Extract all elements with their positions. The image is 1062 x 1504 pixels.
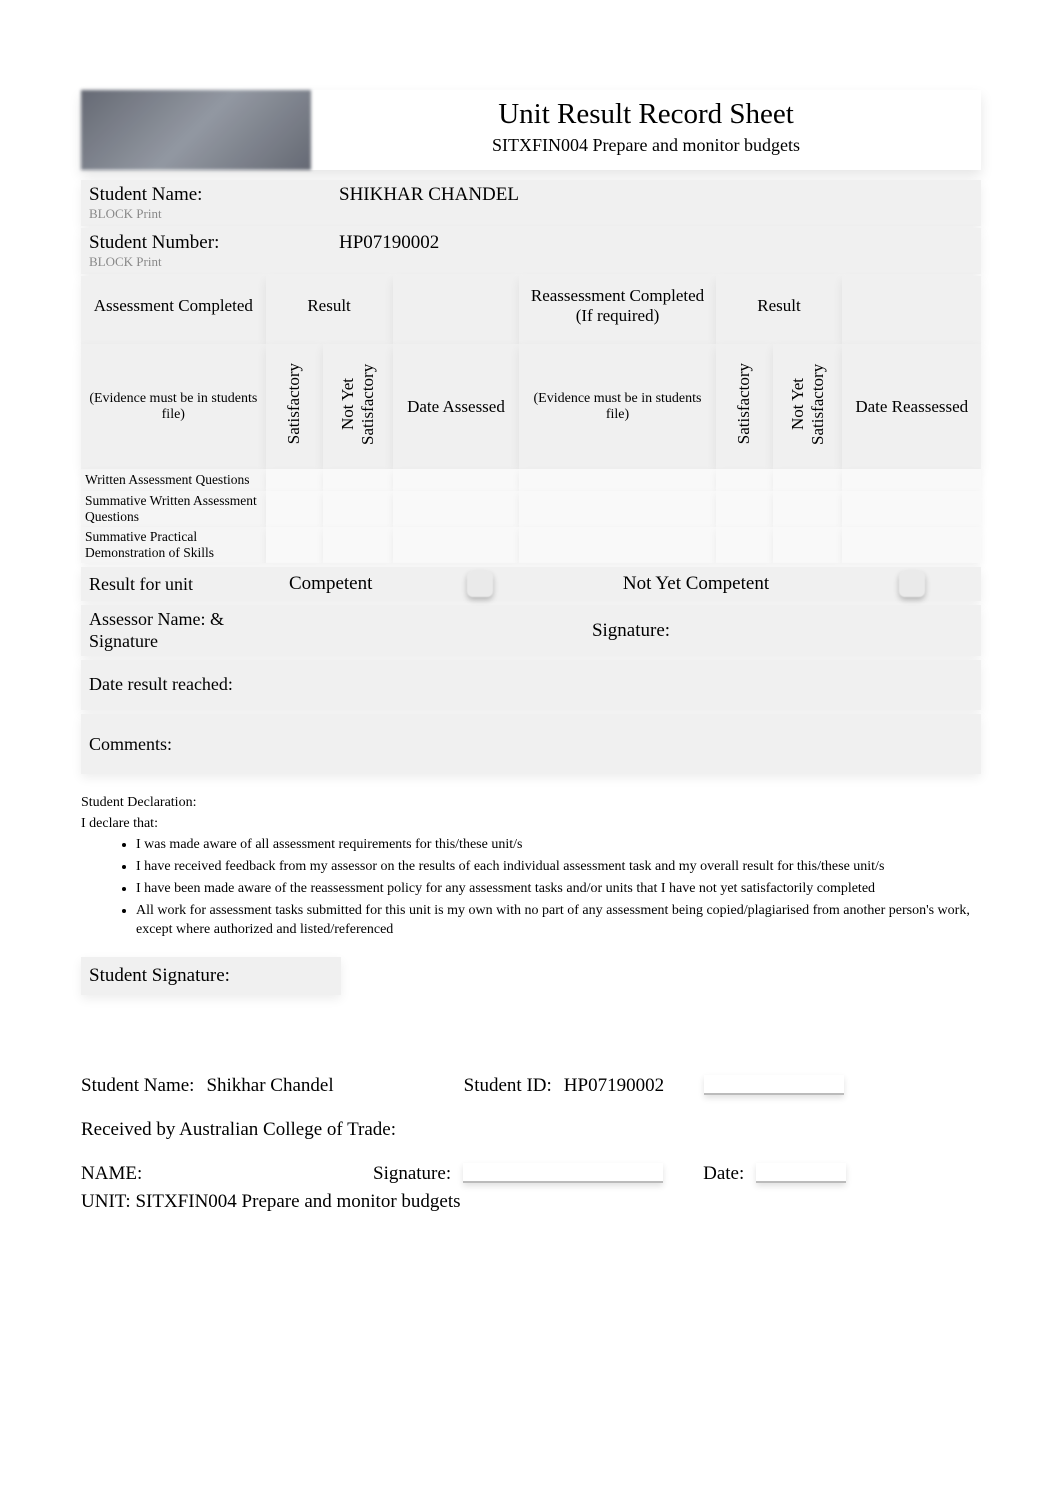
declaration-item-2: I have been made aware of the reassessme…: [136, 880, 981, 899]
col-not-yet-1: Not Yet Satisfactory: [338, 350, 378, 458]
col-satisfactory-2: Satisfactory: [734, 363, 754, 444]
footer-underline-1: [704, 1075, 844, 1095]
footer-date-line: [756, 1163, 846, 1183]
date-result-label: Date result reached:: [89, 674, 289, 696]
page-subtitle: SITXFIN004 Prepare and monitor budgets: [311, 135, 981, 156]
assessment-item-0: Written Assessment Questions: [81, 469, 266, 491]
declaration-intro: I declare that:: [81, 815, 981, 834]
assessment-item-1: Summative Written Assessment Questions: [81, 491, 266, 527]
assessor-row: Assessor Name: & Signature Signature:: [81, 605, 981, 656]
not-yet-competent-label: Not Yet Competent: [623, 573, 769, 594]
footer-date-label: Date:: [703, 1163, 744, 1185]
document-header: Unit Result Record Sheet SITXFIN004 Prep…: [81, 90, 981, 170]
declaration-item-3: All work for assessment tasks submitted …: [136, 902, 981, 940]
result-for-unit-row: Result for unit Competent Not Yet Compet…: [81, 567, 981, 601]
table-row: Summative Written Assessment Questions: [81, 491, 981, 527]
col-reassessment: Reassessment Completed (If required): [519, 276, 715, 344]
evidence-note-2: (Evidence must be in students file): [519, 344, 715, 469]
assessment-table: Assessment Completed Result Reassessment…: [81, 276, 981, 563]
student-declaration: Student Declaration: I declare that: I w…: [81, 794, 981, 939]
student-signature-label: Student Signature:: [81, 957, 341, 995]
competent-checkbox[interactable]: [467, 571, 493, 597]
comments-row: Comments:: [81, 714, 981, 774]
student-number-row: Student Number: BLOCK Print HP07190002: [81, 228, 981, 274]
col-not-yet-2: Not Yet Satisfactory: [788, 350, 828, 458]
declaration-item-0: I was made aware of all assessment requi…: [136, 836, 981, 855]
not-yet-competent-checkbox[interactable]: [899, 571, 925, 597]
student-name-value: SHIKHAR CHANDEL: [339, 184, 519, 206]
block-print-note: BLOCK Print: [89, 206, 339, 222]
footer-signature-label: Signature:: [373, 1163, 451, 1185]
competent-label: Competent: [289, 573, 459, 595]
logo-image: [81, 90, 311, 170]
footer-student-name-label: Student Name:: [81, 1075, 194, 1097]
table-row: Written Assessment Questions: [81, 469, 981, 491]
page-title: Unit Result Record Sheet: [311, 98, 981, 131]
col-result-2: Result: [716, 276, 843, 344]
footer-received-by: Received by Australian College of Trade:: [81, 1119, 396, 1141]
student-name-label: Student Name:: [89, 184, 202, 205]
col-date-assessed: Date Assessed: [393, 344, 520, 469]
assessor-signature-label: Signature:: [289, 620, 973, 642]
col-satisfactory-1: Satisfactory: [284, 363, 304, 444]
col-date-reassessed: Date Reassessed: [842, 344, 981, 469]
col-assessment-completed: Assessment Completed: [81, 276, 266, 344]
footer-unit-label: UNIT: SITXFIN004 Prepare and monitor bud…: [81, 1191, 461, 1213]
block-print-note-2: BLOCK Print: [89, 254, 339, 270]
col-result-1: Result: [266, 276, 393, 344]
result-unit-label: Result for unit: [89, 574, 289, 595]
footer-student-id-value: HP07190002: [564, 1075, 664, 1097]
student-number-value: HP07190002: [339, 232, 439, 254]
declaration-heading: Student Declaration:: [81, 794, 981, 813]
student-number-label: Student Number:: [89, 232, 219, 253]
document-footer: Student Name: Shikhar Chandel Student ID…: [81, 1075, 981, 1213]
table-row: Summative Practical Demonstration of Ski…: [81, 527, 981, 563]
comments-label: Comments:: [89, 734, 289, 755]
assessment-item-2: Summative Practical Demonstration of Ski…: [81, 527, 266, 563]
footer-name2-label: NAME:: [81, 1163, 361, 1185]
footer-signature-line: [463, 1163, 663, 1183]
evidence-note-1: (Evidence must be in students file): [81, 344, 266, 469]
footer-student-name-value: Shikhar Chandel: [206, 1075, 333, 1097]
date-result-row: Date result reached:: [81, 660, 981, 710]
declaration-item-1: I have received feedback from my assesso…: [136, 858, 981, 877]
student-name-row: Student Name: BLOCK Print SHIKHAR CHANDE…: [81, 180, 981, 226]
footer-student-id-label: Student ID:: [464, 1075, 552, 1097]
assessor-label: Assessor Name: & Signature: [89, 609, 289, 652]
